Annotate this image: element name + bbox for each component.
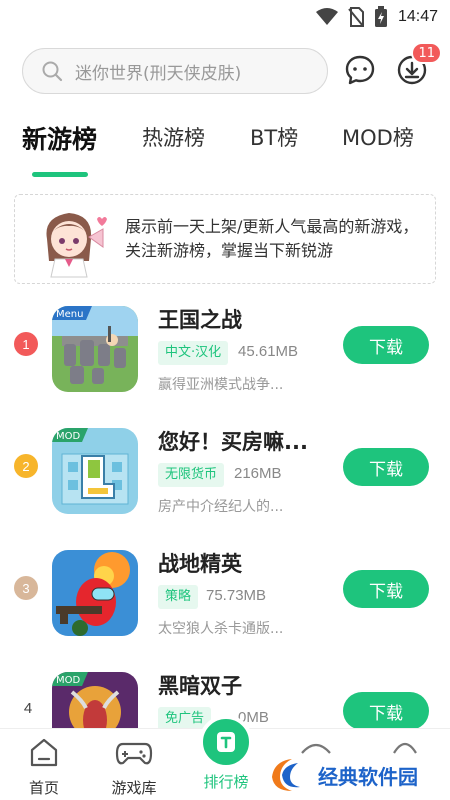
icon-label: MOD bbox=[56, 431, 80, 442]
download-button[interactable]: 下载 bbox=[343, 448, 429, 486]
game-size: 45.61MB bbox=[238, 343, 299, 360]
nav-label: 首页 bbox=[28, 779, 59, 797]
watermark-logo-icon bbox=[272, 759, 300, 791]
download-button[interactable]: 下载 bbox=[343, 570, 429, 608]
active-tab-indicator bbox=[32, 172, 88, 177]
download-manager-button[interactable]: 11 bbox=[392, 42, 442, 90]
game-description: 赢得亚洲模式战争... bbox=[158, 377, 284, 393]
game-tag: 中文·汉化 bbox=[158, 341, 229, 365]
game-description: 房产中介经纪人的... bbox=[158, 499, 284, 515]
game-size: 216MB bbox=[234, 465, 282, 482]
ranking-tabs: 新游榜 热游榜 BT榜 MOD榜 bbox=[0, 122, 450, 182]
rank-number: 4 bbox=[23, 699, 33, 717]
status-bar: 14:47 bbox=[0, 0, 450, 34]
chat-bubble-icon bbox=[345, 55, 375, 85]
download-count-badge: 11 bbox=[411, 42, 442, 64]
gamepad-icon bbox=[115, 742, 153, 765]
game-list-item[interactable]: 1 Menu 王国之战 中文·汉化 45.61MB 赢得亚洲模式战争... 下载 bbox=[0, 304, 450, 414]
search-input[interactable]: 迷你世界(刑天侠皮肤) bbox=[22, 48, 328, 94]
watermark: 经典软件园 bbox=[268, 752, 446, 798]
wifi-icon bbox=[315, 8, 338, 25]
game-title: 您好！买房嘛... bbox=[158, 430, 308, 454]
search-icon bbox=[42, 61, 63, 82]
watermark-text: 经典软件园 bbox=[318, 764, 418, 789]
nav-game-library[interactable]: 游戏库 bbox=[94, 735, 174, 798]
game-size: 75.73MB bbox=[206, 587, 267, 604]
download-button[interactable]: 下载 bbox=[343, 326, 429, 364]
nav-rankings-circle[interactable] bbox=[199, 715, 253, 769]
battery-charging-icon bbox=[374, 6, 387, 27]
icon-label: Menu bbox=[56, 309, 83, 320]
download-button[interactable]: 下载 bbox=[343, 692, 429, 730]
game-icon-real-estate[interactable]: MOD bbox=[52, 428, 138, 514]
nav-rankings[interactable]: 排行榜 bbox=[186, 771, 266, 792]
home-icon bbox=[30, 738, 58, 767]
tab-bt[interactable]: BT榜 bbox=[250, 122, 298, 152]
tab-new-games[interactable]: 新游榜 bbox=[22, 120, 97, 156]
banner-description: 展示前一天上架/更新人气最高的新游戏，关注新游榜，掌握当下新锐游 bbox=[125, 217, 419, 260]
search-placeholder: 迷你世界(刑天侠皮肤) bbox=[75, 63, 242, 84]
game-icon-battlefield-elite[interactable] bbox=[52, 550, 138, 636]
game-description: 太空狼人杀卡通版... bbox=[158, 621, 284, 637]
clock: 14:47 bbox=[397, 8, 438, 25]
game-title: 王国之战 bbox=[158, 308, 242, 332]
game-title: 战地精英 bbox=[158, 552, 242, 576]
rank-badge: 3 bbox=[14, 576, 38, 600]
game-tag: 策略 bbox=[158, 585, 199, 609]
rank-badge: 1 bbox=[14, 332, 38, 356]
nav-label: 排行榜 bbox=[203, 773, 249, 791]
no-sim-icon bbox=[348, 7, 364, 27]
tab-mod[interactable]: MOD榜 bbox=[342, 122, 414, 152]
game-icon-kingdom-war[interactable]: Menu bbox=[52, 306, 138, 392]
tab-hot-games[interactable]: 热游榜 bbox=[142, 122, 205, 152]
icon-label: MOD bbox=[56, 675, 80, 686]
ranking-info-banner: 展示前一天上架/更新人气最高的新游戏，关注新游榜，掌握当下新锐游 bbox=[14, 194, 436, 284]
message-button[interactable] bbox=[340, 50, 380, 90]
rank-badge: 2 bbox=[14, 454, 38, 478]
game-list-item[interactable]: 3 战地精英 策略 75.73MB 太空狼人杀卡通版... 下载 bbox=[0, 548, 450, 658]
mascot-girl-icon bbox=[46, 213, 107, 278]
game-title: 黑暗双子 bbox=[158, 674, 242, 698]
nav-label: 游戏库 bbox=[111, 779, 157, 797]
rankings-icon bbox=[217, 732, 235, 752]
game-tag: 无限货币 bbox=[158, 463, 225, 487]
game-list-item[interactable]: 2 MOD 您好！买房嘛... 无限货币 216MB 房产中介经纪人的... 下… bbox=[0, 426, 450, 536]
status-icons: 14:47 bbox=[315, 6, 438, 28]
nav-home[interactable]: 首页 bbox=[4, 735, 84, 798]
